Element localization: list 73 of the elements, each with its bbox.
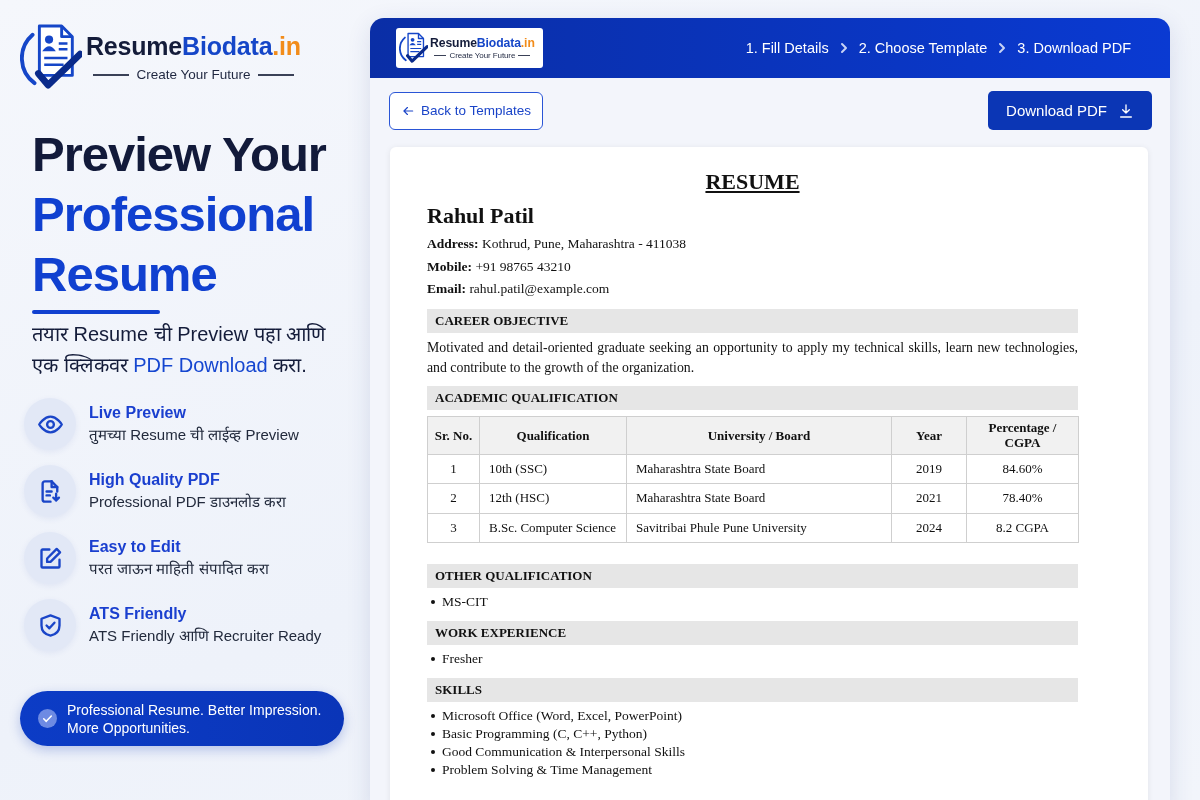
shield-check-icon (24, 599, 76, 651)
list-item: Microsoft Office (Word, Excel, PowerPoint) (442, 707, 683, 725)
section-heading: SKILLS (427, 678, 1078, 702)
step-label: 2. Choose Template (858, 40, 988, 56)
resume-title: RESUME (705, 169, 800, 194)
list-item: Problem Solving & Time Management (442, 761, 652, 779)
bullet-icon (431, 768, 435, 772)
feature-description: तुमच्या Resume ची लाईव्ह Preview (89, 425, 299, 446)
section-heading: OTHER QUALIFICATION (427, 564, 1078, 588)
feature-description: परत जाऊन माहिती संपादित करा (89, 559, 269, 579)
objective-text: Motivated and detail-oriented graduate seeking an opportunity to apply my technical skills, learn new technologies, and contribute to the growth of the organization. (427, 338, 1078, 377)
edit-icon (24, 532, 76, 584)
table-cell: 78.40% (966, 483, 1079, 513)
headline: Resume (32, 246, 218, 303)
banner-text: Professional Resume. Better Impression. More Opportunities. (67, 700, 323, 737)
logo-icon (399, 32, 428, 64)
document-download-icon (24, 465, 76, 517)
table-cell: 12th (HSC) (479, 483, 627, 513)
subtitle: तयार Resume ची Preview पहा आणि एक क्लिकवर PDF Download करा. (32, 322, 327, 378)
list-item: Fresher (442, 650, 483, 668)
table-cell: 1 (427, 454, 480, 484)
table-cell: 8.2 CGPA (966, 513, 1079, 543)
download-icon (1117, 102, 1134, 119)
table-cell: 2021 (891, 483, 967, 513)
table-cell: 2024 (891, 513, 967, 543)
table-header-cell: Percentage / CGPA (966, 416, 1079, 454)
feature-title: Easy to Edit (89, 537, 182, 557)
eye-icon (24, 398, 76, 450)
check-circle-icon (38, 709, 57, 728)
list-item: Good Communication & Interpersonal Skills (442, 743, 685, 761)
tagline: Create Your Future (449, 51, 516, 60)
table-cell: Savitribai Phule Pune University (626, 513, 892, 543)
table-cell: 10th (SSC) (479, 454, 627, 484)
list-item: MS-CIT (442, 593, 488, 611)
feature-title: Live Preview (89, 403, 187, 423)
step-label: 3. Download PDF (1017, 40, 1131, 56)
logo-icon (20, 23, 82, 91)
table-header-cell: University / Board (626, 416, 892, 454)
tagline: Create Your Future (136, 67, 251, 83)
feature-description: Professional PDF डाउनलोड करा (89, 492, 287, 512)
table-cell: Maharashtra State Board (626, 483, 892, 513)
feature-title: ATS Friendly (89, 604, 188, 624)
bullet-icon (431, 732, 435, 736)
section-heading: ACADEMIC QUALIFICATION (427, 385, 1078, 410)
section-heading: CAREER OBJECTIVE (427, 308, 1078, 333)
back-button[interactable]: Back to Templates (389, 91, 543, 130)
contact-line: Email: rahul.patil@example.com (427, 280, 611, 298)
table-cell: Maharashtra State Board (626, 454, 892, 484)
bullet-icon (431, 657, 435, 661)
table-header-cell: Sr. No. (427, 416, 480, 454)
headline: Professional (32, 186, 316, 243)
table-cell: B.Sc. Computer Science (479, 513, 627, 543)
table-header-cell: Year (891, 416, 967, 454)
contact-line: Address: Kothrud, Pune, Maharashtra - 411038 (427, 235, 688, 253)
resume-name: Rahul Patil (427, 203, 535, 229)
contact-line: Mobile: +91 98765 43210 (427, 257, 572, 276)
table-header-cell: Qualification (479, 416, 627, 454)
table-cell: 2019 (891, 454, 967, 484)
brand-name: ResumeBiodata.in (430, 36, 535, 50)
table-cell: 3 (427, 513, 480, 543)
feature-title: High Quality PDF (89, 470, 221, 490)
bullet-icon (431, 750, 435, 754)
brand-name: ResumeBiodata.in (86, 31, 301, 61)
list-item: Basic Programming (C, C++, Python) (442, 725, 647, 743)
bullet-icon (431, 600, 435, 604)
table-cell: 2 (427, 483, 480, 513)
section-heading: WORK EXPERIENCE (427, 621, 1078, 645)
download-button[interactable]: Download PDF (988, 91, 1152, 130)
step-label: 1. Fill Details (745, 40, 829, 56)
bullet-icon (431, 714, 435, 718)
headline: Preview Your (32, 126, 327, 183)
table-cell: 84.60% (966, 454, 1079, 484)
feature-description: ATS Friendly आणि Recruiter Ready (89, 626, 322, 646)
